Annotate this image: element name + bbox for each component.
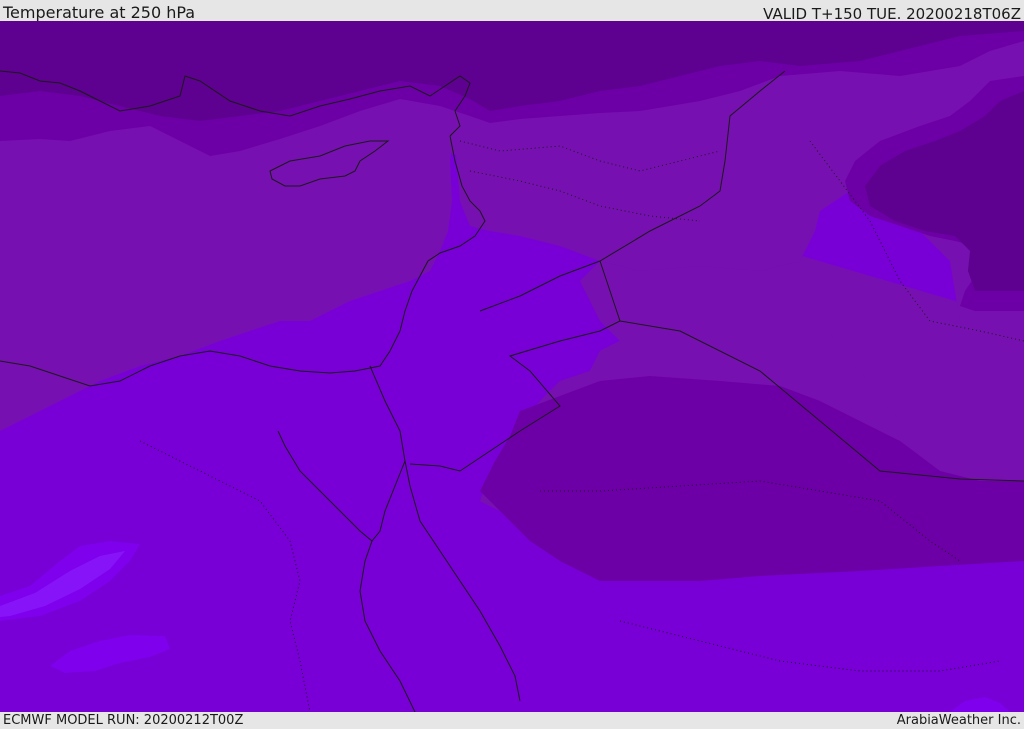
temperature-field-map <box>0 21 1024 712</box>
brand-label: ArabiaWeather Inc. <box>896 713 1021 728</box>
model-run-label: ECMWF MODEL RUN: 20200212T00Z <box>3 713 244 728</box>
map-header: Temperature at 250 hPa VALID T+150 TUE. … <box>0 0 1024 23</box>
map-footer: ECMWF MODEL RUN: 20200212T00Z ArabiaWeat… <box>0 712 1024 729</box>
weather-map[interactable] <box>0 21 1024 712</box>
map-title: Temperature at 250 hPa <box>3 3 196 22</box>
